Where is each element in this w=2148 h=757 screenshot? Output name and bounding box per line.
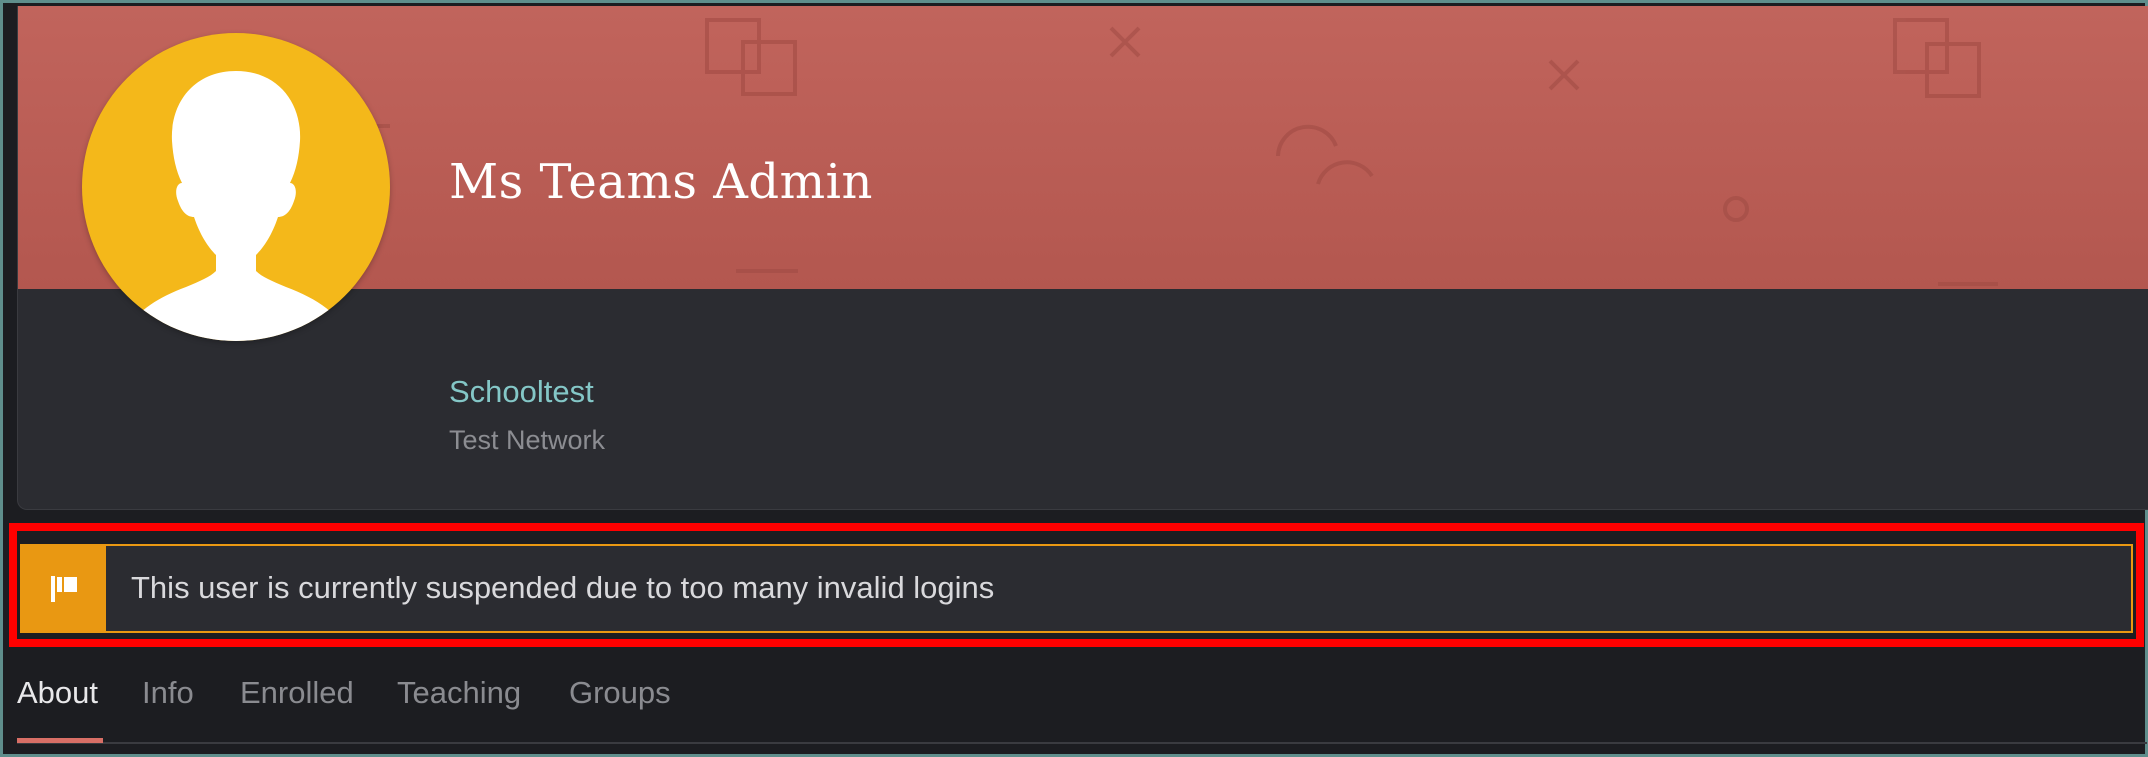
suspension-alert: This user is currently suspended due to … [20,544,2133,633]
avatar [82,33,390,341]
tab-info[interactable]: Info [142,675,194,711]
active-tab-indicator [17,738,103,743]
user-silhouette-icon [122,71,350,341]
profile-name: Ms Teams Admin [449,154,873,210]
profile-card: Ms Teams Admin Schooltest Test Network [17,6,2148,510]
app-frame: Ms Teams Admin Schooltest Test Network T… [0,0,2148,757]
alert-icon-box [22,546,106,631]
alert-message: This user is currently suspended due to … [131,570,995,605]
tab-groups[interactable]: Groups [569,675,671,711]
profile-organization[interactable]: Schooltest [449,374,594,410]
tab-enrolled[interactable]: Enrolled [240,675,354,711]
profile-tabs: About Info Enrolled Teaching Groups [17,661,2147,744]
tab-teaching[interactable]: Teaching [397,675,521,711]
tab-about[interactable]: About [17,675,98,711]
profile-network: Test Network [449,425,606,455]
flag-icon [51,575,77,602]
